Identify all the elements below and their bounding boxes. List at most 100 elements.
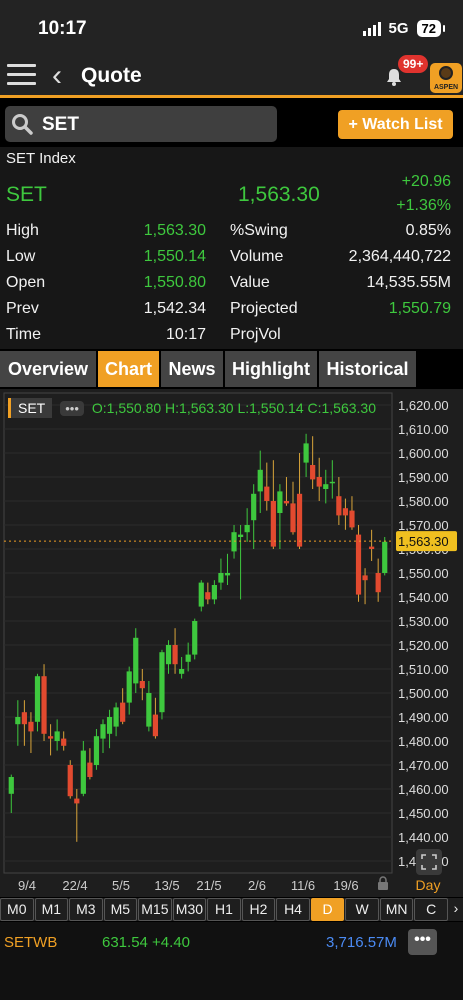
timeframe-m15[interactable]: M15	[138, 898, 172, 921]
candle-body[interactable]	[277, 491, 283, 513]
candle-body[interactable]	[87, 762, 93, 777]
candle-body[interactable]	[61, 738, 67, 746]
y-tick-label: 1,620.00	[398, 398, 449, 413]
candle-body[interactable]	[349, 510, 355, 528]
candle-body[interactable]	[316, 477, 322, 487]
candle-body[interactable]	[100, 724, 106, 739]
candle-body[interactable]	[251, 493, 257, 521]
watch-list-button[interactable]: + Watch List	[338, 110, 453, 139]
quote-symbol: SET	[6, 183, 47, 206]
timeframe-h1[interactable]: H1	[207, 898, 241, 921]
candle-body[interactable]	[211, 585, 217, 600]
lock-icon[interactable]	[378, 876, 388, 890]
candle-body[interactable]	[231, 532, 237, 552]
ticker-symbol[interactable]: SETWB	[4, 934, 57, 951]
timeframe-d[interactable]: D	[310, 898, 345, 921]
candle-body[interactable]	[375, 573, 381, 593]
candle-body[interactable]	[47, 736, 54, 739]
label-projvol: ProjVol	[230, 326, 281, 343]
candle-body[interactable]	[159, 652, 165, 713]
timeframe-m3[interactable]: M3	[69, 898, 103, 921]
candle-body[interactable]	[106, 717, 113, 734]
timeframe-w[interactable]: W	[345, 898, 379, 921]
candle-body[interactable]	[41, 676, 47, 734]
index-name: SET Index	[6, 150, 76, 167]
candle-body[interactable]	[185, 654, 191, 662]
timeframe-m30[interactable]: M30	[172, 898, 207, 921]
candle-body[interactable]	[120, 702, 126, 722]
timeframe-m1[interactable]: M1	[34, 898, 69, 921]
candle-body[interactable]	[74, 798, 80, 804]
tab-highlight[interactable]: Highlight	[225, 351, 317, 387]
timeframe-m5[interactable]: M5	[103, 898, 138, 921]
candle-body[interactable]	[290, 503, 296, 533]
candle-body[interactable]	[54, 731, 60, 741]
timeframe-c[interactable]: C	[414, 898, 448, 921]
candle-body[interactable]	[310, 465, 316, 480]
timeframe-m0[interactable]: M0	[0, 898, 34, 921]
candle-body[interactable]	[152, 714, 159, 737]
candle-body[interactable]	[133, 637, 139, 684]
candle-body[interactable]	[179, 669, 185, 674]
tab-chart[interactable]: Chart	[98, 351, 159, 387]
candle-body[interactable]	[362, 575, 368, 581]
menu-icon[interactable]	[7, 64, 36, 88]
candle-body[interactable]	[8, 777, 14, 794]
candle-body[interactable]	[165, 645, 172, 665]
candle-body[interactable]	[28, 721, 34, 732]
expand-icon[interactable]	[416, 849, 442, 875]
tab-historical[interactable]: Historical	[319, 351, 416, 387]
candle-body[interactable]	[172, 645, 178, 665]
candle-body[interactable]	[264, 486, 270, 501]
candle-body[interactable]	[93, 736, 100, 765]
candle-body[interactable]	[270, 501, 276, 547]
candle-body[interactable]	[198, 582, 204, 607]
candle-body[interactable]	[244, 525, 250, 533]
candle-body[interactable]	[224, 573, 231, 576]
candle-body[interactable]	[218, 573, 224, 583]
chart-more-button[interactable]: •••	[60, 400, 84, 416]
timeframe-h4[interactable]: H4	[276, 898, 310, 921]
candle-body[interactable]	[283, 501, 290, 504]
candle-body[interactable]	[257, 469, 263, 492]
candle-body[interactable]	[296, 493, 303, 547]
candle-body[interactable]	[237, 534, 244, 537]
search-input[interactable]: SET	[5, 106, 277, 142]
timeframe-mn[interactable]: MN	[379, 898, 414, 921]
back-icon[interactable]: ‹	[52, 59, 62, 93]
x-tick-label: 13/5	[154, 878, 179, 893]
candle-body[interactable]	[355, 534, 362, 595]
candle-body[interactable]	[67, 765, 73, 797]
candle-body[interactable]	[369, 546, 375, 549]
candle-body[interactable]	[113, 707, 119, 727]
ticker-more-button[interactable]: •••	[408, 929, 437, 955]
candle-body[interactable]	[139, 681, 145, 689]
candle-body[interactable]	[126, 671, 132, 703]
scroll-right-icon[interactable]: ›	[449, 898, 463, 921]
candle-body[interactable]	[382, 541, 388, 573]
candle-body[interactable]	[303, 443, 309, 463]
candle-body[interactable]	[342, 508, 349, 516]
aspen-logo[interactable]: ASPEN	[430, 63, 462, 93]
tab-overview[interactable]: Overview	[0, 351, 96, 387]
tab-news[interactable]: News	[161, 351, 223, 387]
candle-body[interactable]	[192, 621, 198, 655]
candle-body[interactable]	[21, 712, 27, 725]
lock-body	[378, 882, 388, 890]
bottom-ticker-bar: SETWB 631.54 +4.40 3,716.57M •••	[0, 922, 463, 1000]
candle-body[interactable]	[329, 481, 335, 484]
chart-symbol-tag[interactable]: SET	[8, 398, 53, 418]
candle-body[interactable]	[80, 750, 86, 794]
candle-body[interactable]	[323, 484, 329, 489]
period-label[interactable]: Day	[416, 877, 441, 893]
y-tick-label: 1,520.00	[398, 638, 449, 653]
x-tick-label: 11/6	[291, 878, 315, 893]
candle-body[interactable]	[205, 592, 211, 600]
timeframe-h2[interactable]: H2	[241, 898, 276, 921]
candle-body[interactable]	[34, 676, 41, 722]
candle-body[interactable]	[336, 496, 342, 516]
candle-body[interactable]	[146, 693, 152, 727]
candlestick-chart[interactable]: 1,620.00 1,610.00 1,600.00 1,590.00 1,580.00…	[0, 389, 463, 897]
chart-area[interactable]: 1,620.00 1,610.00 1,600.00 1,590.00 1,580.00…	[0, 389, 463, 897]
candle-body[interactable]	[15, 717, 21, 725]
